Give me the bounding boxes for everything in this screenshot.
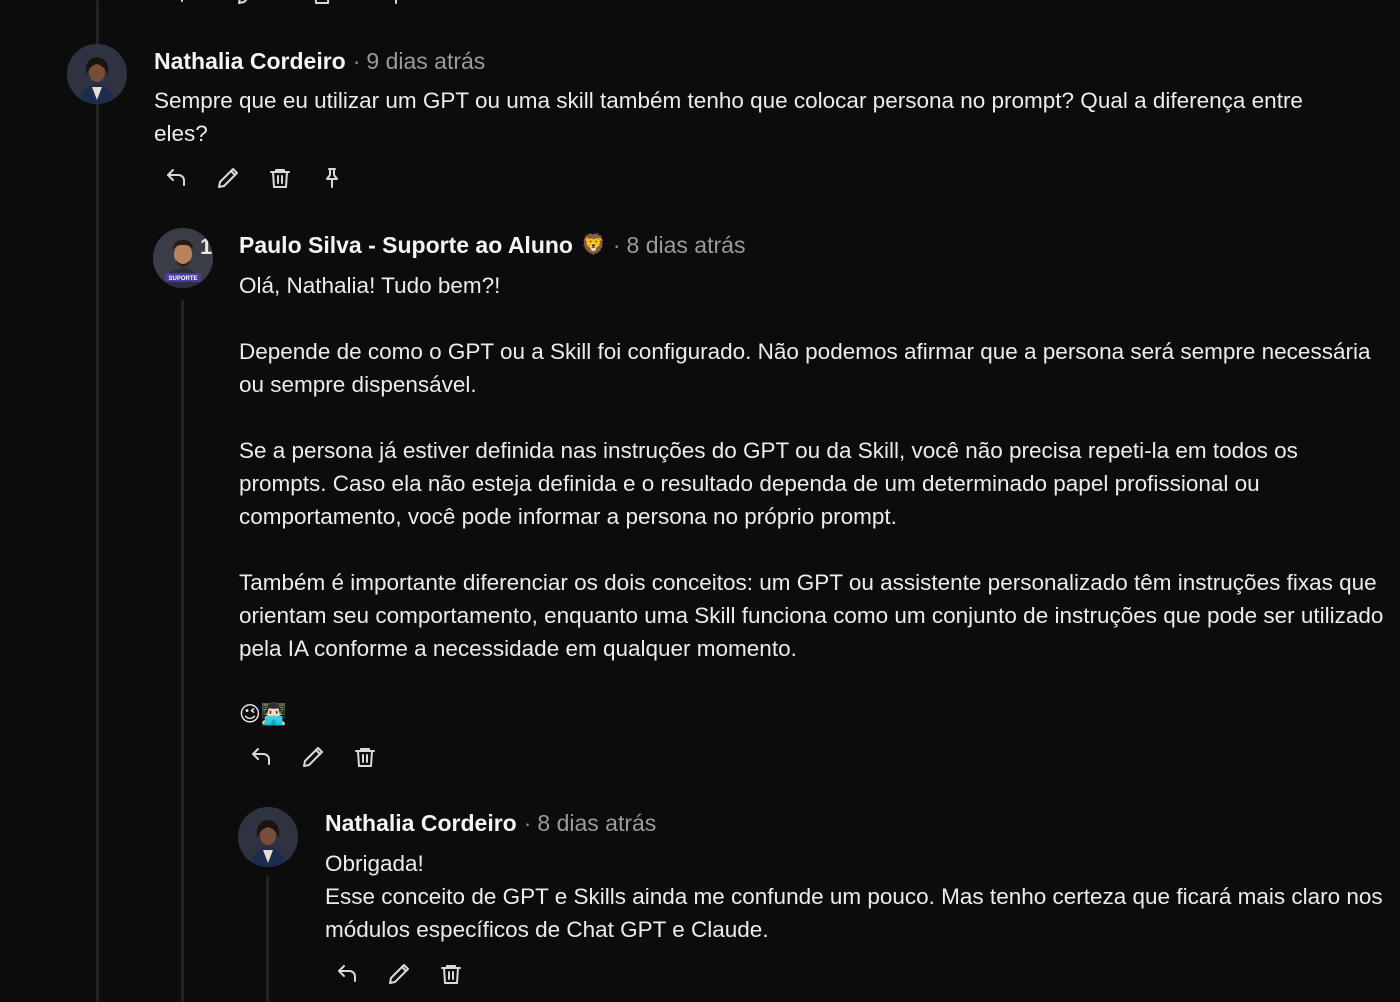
delete-button[interactable] <box>429 958 473 994</box>
reply-icon <box>335 962 359 991</box>
avatar[interactable] <box>238 807 298 867</box>
reply-button[interactable] <box>325 958 369 994</box>
comment-actions <box>325 958 473 994</box>
comment-line: Esse conceito de GPT e Skills ainda me c… <box>325 884 1383 942</box>
comment-thread: Nathalia Cordeiro · 9 dias atrás Sempre … <box>0 0 1400 1002</box>
separator: · <box>523 810 532 836</box>
comment-body: Obrigada! Esse conceito de GPT e Skills … <box>325 847 1385 946</box>
comment-item: Nathalia Cordeiro · 8 dias atrás Obrigad… <box>0 0 1400 1002</box>
trash-icon <box>439 962 463 991</box>
comment-line: Obrigada! <box>325 851 424 876</box>
edit-button[interactable] <box>377 958 421 994</box>
author-name[interactable]: Nathalia Cordeiro <box>325 808 517 838</box>
pencil-icon <box>387 962 411 991</box>
comment-header: Nathalia Cordeiro · 8 dias atrás <box>325 808 656 838</box>
timestamp[interactable]: 8 dias atrás <box>537 808 656 838</box>
